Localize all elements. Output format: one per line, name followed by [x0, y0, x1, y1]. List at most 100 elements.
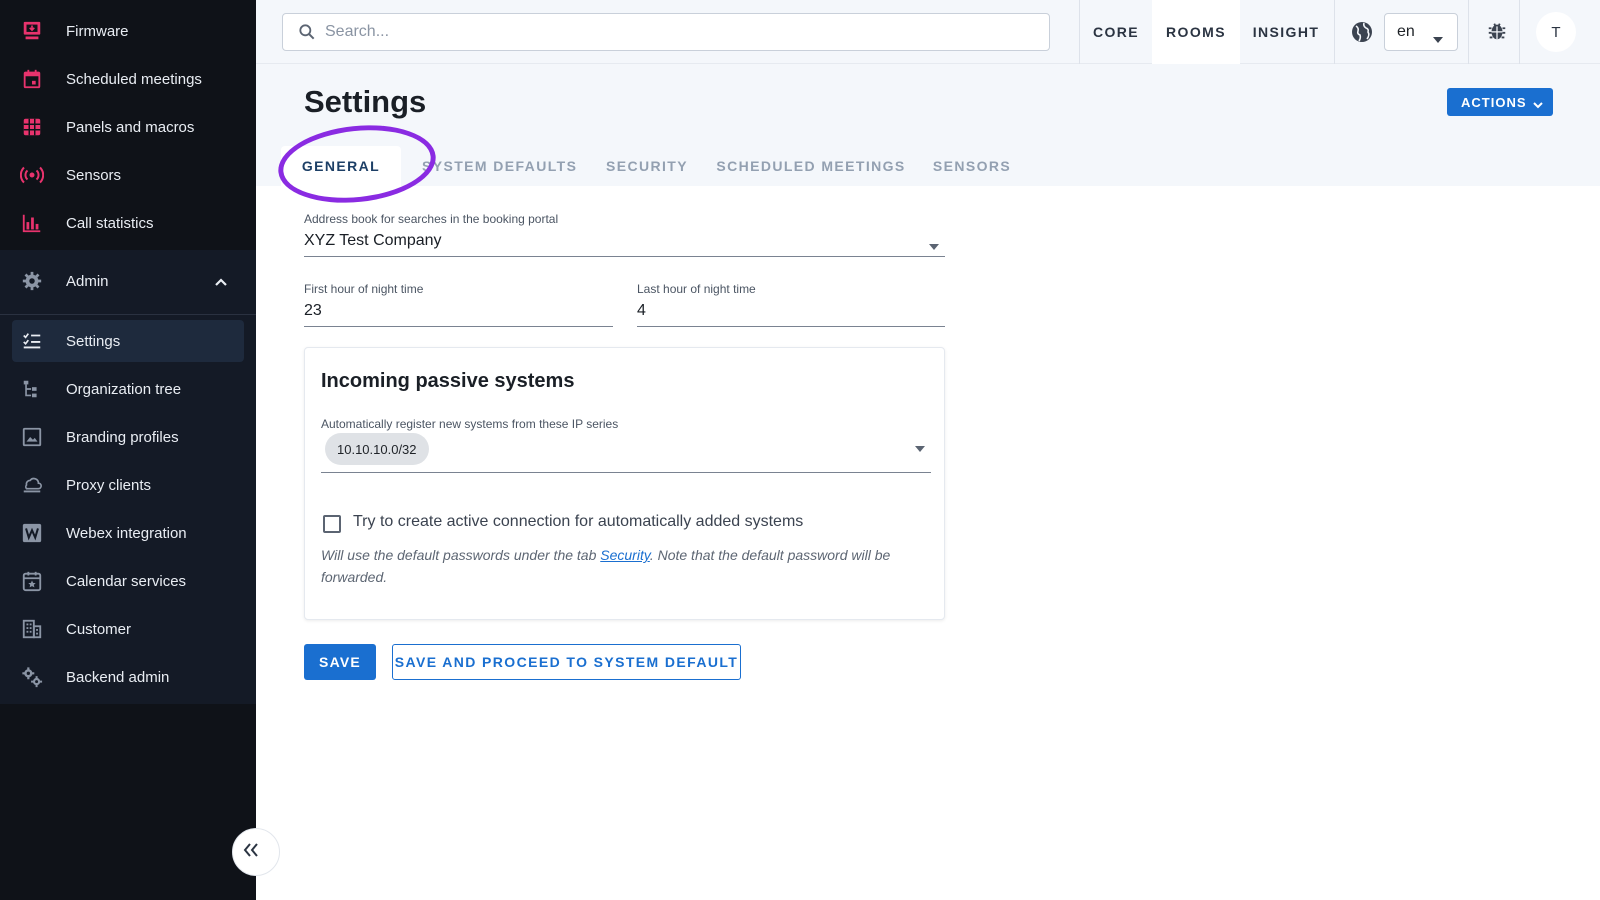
field-label: Last hour of night time	[637, 282, 756, 296]
tab-system-defaults[interactable]: SYSTEM DEFAULTS	[408, 146, 608, 186]
night-last-hour-field[interactable]: Last hour of night time 4	[637, 282, 945, 327]
globe-icon	[1350, 20, 1374, 49]
sidebar-item-proxy-clients[interactable]: Proxy clients	[12, 464, 244, 506]
sidebar-item-organization-tree[interactable]: Organization tree	[12, 368, 244, 410]
avatar[interactable]: T	[1536, 12, 1576, 52]
gear-icon	[10, 270, 54, 292]
field-label: First hour of night time	[304, 282, 424, 296]
firmware-icon	[10, 20, 54, 42]
sidebar: Firmware Scheduled meetings Panels and m…	[0, 0, 256, 900]
sidebar-item-backend-admin[interactable]: Backend admin	[12, 656, 244, 698]
underline	[304, 256, 945, 257]
helper-text-start: Will use the default passwords under the…	[321, 547, 601, 563]
sidebar-item-label: Organization tree	[66, 380, 182, 398]
sidebar-item-label: Backend admin	[66, 668, 170, 686]
card-title: Incoming passive systems	[321, 370, 575, 392]
image-icon	[10, 426, 54, 448]
chevron-down-icon	[1533, 97, 1543, 112]
caret-down-icon	[1433, 30, 1443, 48]
gears-icon	[10, 666, 54, 688]
sidebar-divider	[0, 314, 256, 315]
page-title: Settings	[304, 84, 427, 119]
field-value: 23	[304, 302, 322, 319]
sidebar-item-label: Calendar services	[66, 572, 187, 590]
checkbox-label[interactable]: Try to create active connection for auto…	[353, 513, 803, 531]
field-label: Address book for searches in the booking…	[304, 212, 559, 226]
sidebar-item-panels-and-macros[interactable]: Panels and macros	[12, 106, 244, 148]
save-and-proceed-button[interactable]: SAVE AND PROCEED TO SYSTEM DEFAULT	[392, 644, 741, 680]
helper-text: Will use the default passwords under the…	[321, 544, 921, 588]
settings-list-icon	[10, 330, 54, 352]
cloud-icon	[10, 474, 54, 496]
underline	[304, 326, 613, 327]
divider	[1519, 0, 1520, 64]
underline	[321, 472, 931, 473]
field-value: XYZ Test Company	[304, 232, 442, 249]
double-chevron-left-icon	[242, 842, 260, 863]
field-label: Automatically register new systems from …	[321, 417, 619, 431]
sidebar-item-call-statistics[interactable]: Call statistics	[12, 202, 244, 244]
calendar-icon	[10, 68, 54, 90]
sidebar-item-label: Branding profiles	[66, 428, 179, 446]
divider	[1334, 0, 1335, 64]
search-icon	[297, 22, 317, 42]
language-select[interactable]: en	[1384, 13, 1458, 51]
collapse-sidebar-button[interactable]	[232, 828, 280, 876]
bug-icon[interactable]	[1486, 20, 1508, 47]
topnav-insight[interactable]: INSIGHT	[1240, 0, 1332, 64]
tab-security[interactable]: SECURITY	[588, 146, 706, 186]
top-bar: CORE ROOMS INSIGHT en T	[256, 0, 1600, 64]
language-value: en	[1397, 23, 1415, 40]
topnav-rooms[interactable]: ROOMS	[1152, 0, 1240, 64]
active-connection-checkbox[interactable]	[323, 515, 341, 533]
sidebar-item-label: Panels and macros	[66, 118, 195, 136]
sidebar-item-webex-integration[interactable]: Webex integration	[12, 512, 244, 554]
actions-button[interactable]: ACTIONS	[1447, 88, 1553, 116]
tree-icon	[10, 378, 54, 400]
chevron-up-icon[interactable]	[214, 274, 228, 292]
bar-chart-icon	[10, 212, 54, 234]
webex-icon	[10, 522, 54, 544]
underline	[637, 326, 945, 327]
topnav-core[interactable]: CORE	[1080, 0, 1152, 64]
caret-down-icon	[929, 237, 939, 255]
sidebar-item-label: Proxy clients	[66, 476, 152, 494]
sidebar-item-label: Sensors	[66, 166, 122, 184]
sidebar-main-section: Firmware Scheduled meetings Panels and m…	[0, 0, 256, 250]
sidebar-item-calendar-services[interactable]: Calendar services	[12, 560, 244, 602]
ip-chip[interactable]: 10.10.10.0/32	[325, 433, 429, 465]
actions-label: ACTIONS	[1461, 94, 1527, 110]
caret-down-icon	[915, 439, 925, 457]
sidebar-item-label: Customer	[66, 620, 132, 638]
grid-icon	[10, 116, 54, 138]
sensor-icon	[10, 164, 54, 186]
field-value: 4	[637, 302, 646, 319]
sidebar-item-settings[interactable]: Settings	[12, 320, 244, 362]
sidebar-admin-section: Admin Settings Organization tree Brandin…	[0, 250, 256, 704]
search-box[interactable]	[282, 13, 1050, 51]
address-book-select[interactable]: Address book for searches in the booking…	[304, 212, 945, 257]
sidebar-item-sensors[interactable]: Sensors	[12, 154, 244, 196]
building-icon	[10, 618, 54, 640]
sidebar-item-label: Scheduled meetings	[66, 70, 202, 88]
calendar-star-icon	[10, 570, 54, 592]
sidebar-item-firmware[interactable]: Firmware	[12, 10, 244, 52]
sidebar-item-branding-profiles[interactable]: Branding profiles	[12, 416, 244, 458]
night-first-hour-field[interactable]: First hour of night time 23	[304, 282, 613, 327]
page-header: Settings ACTIONS GENERAL SYSTEM DEFAULTS…	[256, 64, 1600, 186]
divider	[1468, 0, 1469, 64]
sidebar-item-scheduled-meetings[interactable]: Scheduled meetings	[12, 58, 244, 100]
sidebar-item-label: Settings	[66, 332, 121, 350]
incoming-passive-systems-card: Incoming passive systems Automatically r…	[304, 347, 945, 620]
sidebar-item-label: Admin	[66, 272, 109, 290]
sidebar-item-label: Firmware	[66, 22, 129, 40]
sidebar-item-label: Call statistics	[66, 214, 154, 232]
sidebar-item-customer[interactable]: Customer	[12, 608, 244, 650]
search-input[interactable]	[325, 23, 1025, 41]
sidebar-item-label: Webex integration	[66, 524, 187, 542]
security-link[interactable]: Security	[600, 547, 650, 563]
tab-sensors[interactable]: SENSORS	[916, 146, 1028, 186]
save-button[interactable]: SAVE	[304, 644, 376, 680]
sidebar-item-admin[interactable]: Admin	[12, 260, 244, 302]
tab-scheduled-meetings[interactable]: SCHEDULED MEETINGS	[706, 146, 916, 186]
